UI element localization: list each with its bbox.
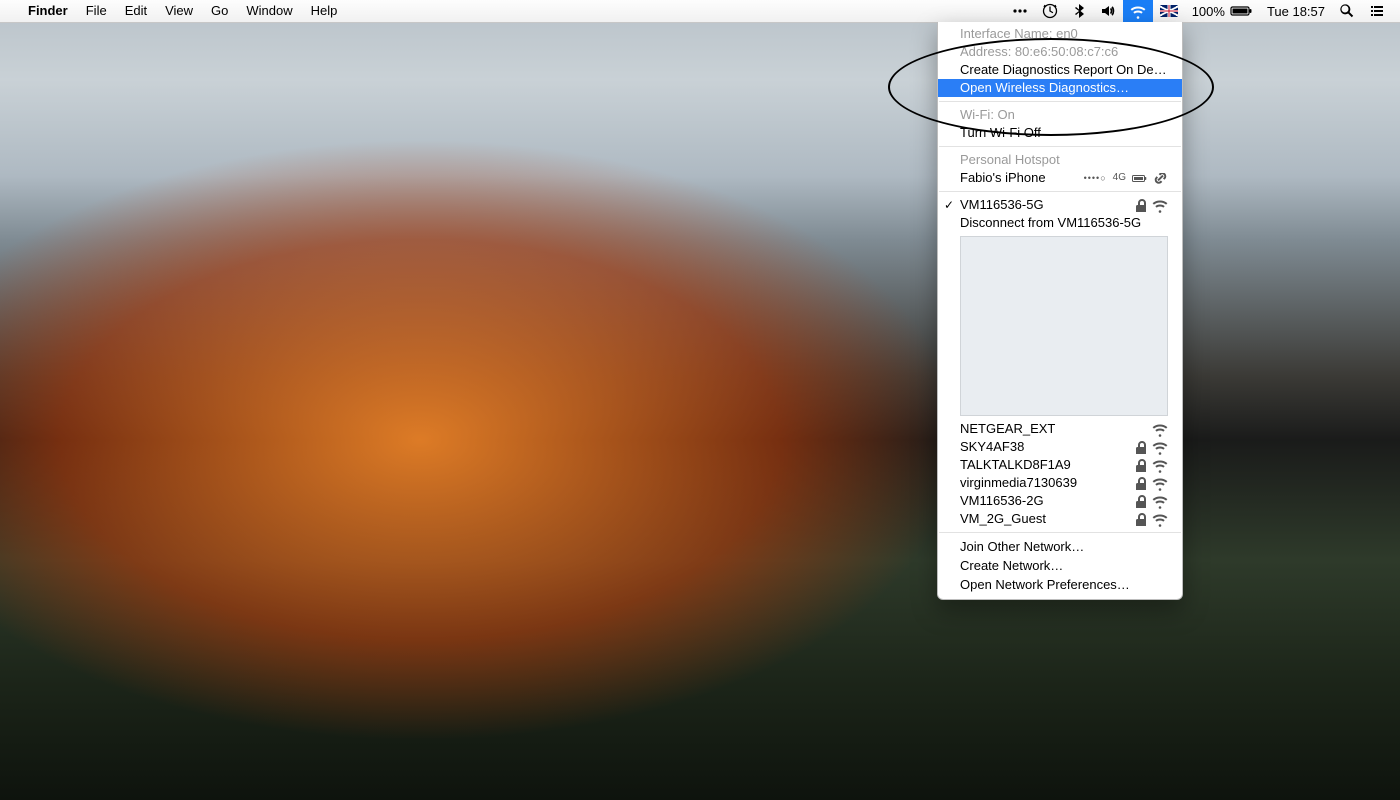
wifi-signal-icon (1152, 439, 1168, 455)
separator (939, 532, 1181, 533)
wifi-network-name: NETGEAR_EXT (960, 420, 1144, 438)
statusitem-overflow-icon[interactable] (1005, 0, 1035, 22)
wifi-create-diagnostics[interactable]: Create Diagnostics Report On Desktop… (938, 61, 1182, 79)
hotspot-signal-dots: ••••○ (1084, 169, 1107, 187)
wifi-create-network[interactable]: Create Network… (938, 556, 1182, 575)
separator (939, 191, 1181, 192)
hotspot-network-label: 4G (1113, 169, 1126, 187)
wifi-network-item[interactable]: TALKTALKD8F1A9 (938, 456, 1182, 474)
hotspot-link-icon (1153, 173, 1168, 184)
wifi-signal-icon (1152, 475, 1168, 491)
lock-icon (1134, 458, 1146, 472)
wifi-network-name: VM_2G_Guest (960, 510, 1126, 528)
wifi-connected-item[interactable]: ✓ VM116536-5G (938, 196, 1182, 214)
lock-icon (1134, 198, 1146, 212)
menu-view[interactable]: View (156, 0, 202, 22)
battery-icon (1230, 3, 1253, 19)
statusitem-timemachine-icon[interactable] (1035, 0, 1065, 22)
wifi-open-diagnostics[interactable]: Open Wireless Diagnostics… (938, 79, 1182, 97)
wifi-signal-graph (960, 236, 1168, 416)
menu-edit[interactable]: Edit (116, 0, 156, 22)
wifi-network-name: VM116536-2G (960, 492, 1126, 510)
statusitem-clock[interactable]: Tue 18:57 (1260, 0, 1332, 22)
battery-percent-label: 100% (1192, 4, 1225, 19)
statusitem-notification-icon[interactable] (1362, 0, 1392, 22)
wifi-network-name: TALKTALKD8F1A9 (960, 456, 1126, 474)
separator (939, 146, 1181, 147)
wifi-menu-dropdown: Interface Name: en0 Address: 80:e6:50:08… (937, 22, 1183, 600)
wifi-network-name: SKY4AF38 (960, 438, 1126, 456)
hotspot-name: Fabio's iPhone (960, 169, 1076, 187)
statusitem-volume-icon[interactable] (1093, 0, 1123, 22)
wifi-signal-icon (1152, 457, 1168, 473)
menu-window[interactable]: Window (237, 0, 301, 22)
wifi-interface-label: Interface Name: en0 (938, 25, 1182, 43)
statusitem-battery[interactable]: 100% (1185, 0, 1260, 22)
wifi-signal-icon (1152, 493, 1168, 509)
hotspot-item[interactable]: Fabio's iPhone ••••○ 4G (938, 169, 1182, 187)
wifi-signal-icon (1152, 197, 1168, 213)
menu-file[interactable]: File (77, 0, 116, 22)
lock-icon (1134, 440, 1146, 454)
wifi-signal-icon (1152, 421, 1168, 437)
statusitem-spotlight-icon[interactable] (1332, 0, 1362, 22)
checkmark-icon: ✓ (944, 196, 954, 214)
wifi-network-item[interactable]: SKY4AF38 (938, 438, 1182, 456)
hotspot-battery-icon (1132, 173, 1147, 184)
menu-go[interactable]: Go (202, 0, 237, 22)
hotspot-header: Personal Hotspot (938, 151, 1182, 169)
wifi-network-name: virginmedia7130639 (960, 474, 1126, 492)
wifi-join-other[interactable]: Join Other Network… (938, 537, 1182, 556)
wifi-status-label: Wi-Fi: On (938, 106, 1182, 124)
wifi-network-item[interactable]: virginmedia7130639 (938, 474, 1182, 492)
lock-icon (1134, 476, 1146, 490)
lock-icon (1134, 494, 1146, 508)
statusitem-wifi-icon[interactable] (1123, 0, 1153, 22)
wifi-disconnect[interactable]: Disconnect from VM116536-5G (938, 214, 1182, 232)
wifi-signal-icon (1152, 511, 1168, 527)
wifi-network-item[interactable]: VM116536-2G (938, 492, 1182, 510)
wifi-network-item[interactable]: NETGEAR_EXT (938, 420, 1182, 438)
statusitem-input-flag[interactable] (1153, 0, 1185, 22)
uk-flag-icon (1160, 5, 1178, 17)
wifi-turn-off[interactable]: Turn Wi-Fi Off (938, 124, 1182, 142)
lock-icon (1134, 512, 1146, 526)
statusitem-bluetooth-icon[interactable] (1065, 0, 1093, 22)
menu-help[interactable]: Help (302, 0, 347, 22)
menu-app-name[interactable]: Finder (19, 0, 77, 22)
wifi-open-prefs[interactable]: Open Network Preferences… (938, 575, 1182, 594)
separator (939, 101, 1181, 102)
connected-network-name: VM116536-5G (960, 196, 1126, 214)
wifi-network-item[interactable]: VM_2G_Guest (938, 510, 1182, 528)
menu-bar: Finder File Edit View Go Window Help 100… (0, 0, 1400, 23)
desktop-wallpaper (0, 0, 1400, 800)
wifi-address-label: Address: 80:e6:50:08:c7:c6 (938, 43, 1182, 61)
